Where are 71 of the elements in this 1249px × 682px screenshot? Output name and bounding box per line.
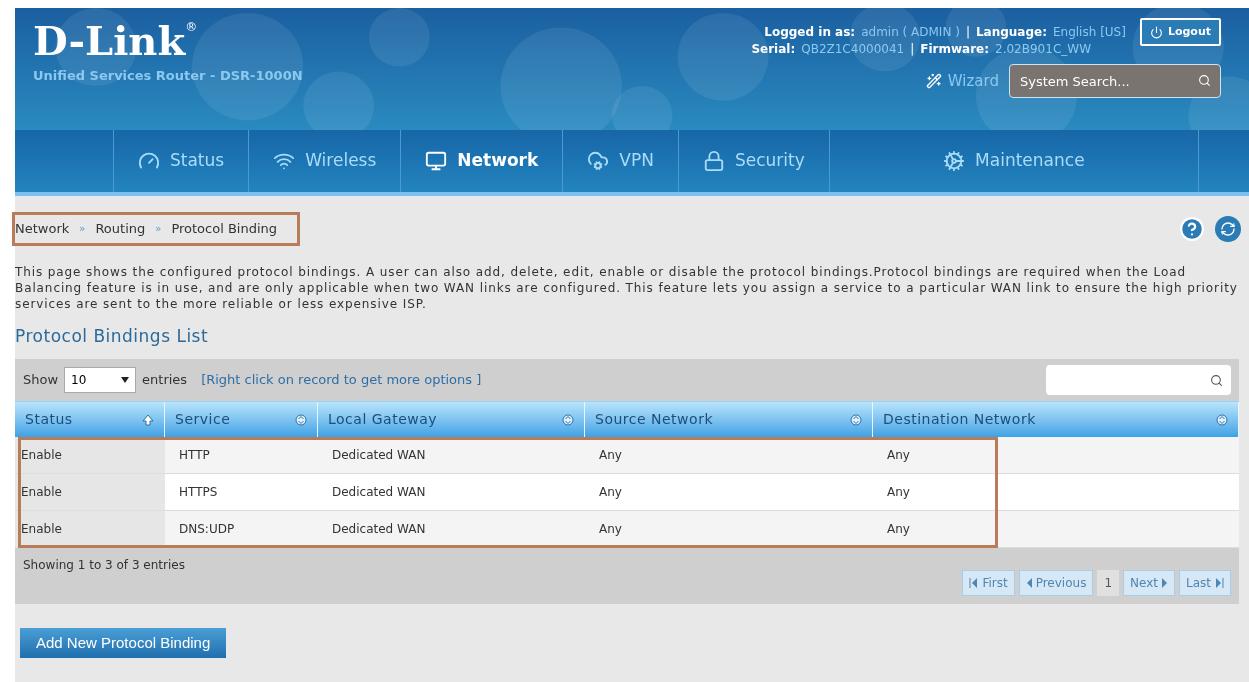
add-binding-button[interactable]: Add New Protocol Binding: [20, 628, 227, 658]
firmware-version: 2.02B901C_WW: [995, 41, 1091, 58]
page-size-value: 10: [71, 372, 87, 389]
nav-tab[interactable]: Status: [113, 130, 249, 192]
table-cell-text: Dedicated WAN: [331, 521, 427, 538]
breadcrumb-separator: »: [79, 222, 86, 237]
wand-icon: [925, 73, 942, 89]
logged-in-label: Logged in as:: [764, 24, 856, 41]
context-hint: [Right click on record to get more options ]: [201, 371, 482, 390]
product-subtitle: Unified Services Router - DSR-1000N: [33, 67, 303, 85]
power-icon: [1149, 25, 1163, 39]
table-info: Showing 1 to 3 of 3 entries: [23, 557, 185, 574]
separator: |: [910, 41, 915, 58]
wizard-link[interactable]: Wizard: [925, 69, 999, 93]
table-cell-text: Any: [886, 484, 911, 501]
column-header[interactable]: Service: [165, 402, 318, 437]
breadcrumb-separator: »: [155, 222, 162, 237]
column-header[interactable]: Source Network: [585, 402, 873, 437]
separator: |: [965, 24, 970, 41]
table-cell: Enable: [15, 511, 165, 547]
pager-button[interactable]: 1: [1097, 570, 1120, 596]
page-description: This page shows the configured protocol bindings. A user can also add, delete, edit, enable or disable the protocol bindings.Protocol bindings are required when the Load Balancing feature is in use, and are only applicable when two WAN links are configured. This feature lets you assign a service to a particular WAN link to ensure the high priority services are sent to the more reliable or less expensive ISP.: [15, 263, 1239, 312]
nav-tab[interactable]: Network: [400, 130, 563, 192]
table-cell-text: Any: [886, 447, 911, 464]
show-label: Show: [23, 371, 59, 390]
logo: D-Link: [33, 18, 186, 64]
user-name: admin ( ADMIN ): [861, 24, 960, 41]
table-cell-text: HTTP: [178, 447, 211, 464]
nav-tab[interactable]: Wireless: [248, 130, 401, 192]
page-size-select[interactable]: 10: [64, 367, 137, 393]
table-cell: Enable: [15, 474, 165, 510]
help-icon: [1179, 215, 1205, 242]
column-header[interactable]: Local Gateway: [318, 402, 585, 437]
next-icon: [1162, 578, 1168, 588]
dropdown-caret-icon: [121, 377, 130, 383]
gear-icon: [943, 150, 966, 172]
table-cell-text: Dedicated WAN: [331, 484, 427, 501]
language-label: Language:: [975, 24, 1047, 41]
breadcrumb-link[interactable]: Routing: [95, 219, 146, 239]
nav-tab[interactable]: VPN: [562, 130, 678, 192]
first-page-icon: [969, 578, 979, 588]
entries-label: entries: [142, 371, 188, 390]
nav-tab[interactable]: Maintenance: [828, 130, 1199, 192]
breadcrumb-link[interactable]: Network: [15, 219, 70, 239]
language-link[interactable]: English [US]: [1053, 23, 1126, 41]
column-header[interactable]: Status: [15, 402, 165, 437]
search-icon: [1198, 74, 1211, 87]
table-cell-text: DNS:UDP: [178, 521, 236, 538]
registered-mark: ®: [185, 19, 198, 34]
table-cell-text: Any: [886, 521, 911, 538]
table-cell-text: Dedicated WAN: [331, 447, 427, 464]
table-cell-text: Any: [598, 521, 623, 538]
search-icon: [1210, 373, 1223, 387]
serial-number: QB2Z1C4000041: [801, 41, 905, 58]
breadcrumb-link[interactable]: Protocol Binding: [171, 219, 278, 239]
lock-icon: [702, 150, 725, 172]
table-search-field[interactable]: [1046, 365, 1231, 395]
refresh-icon: [1215, 215, 1241, 242]
cloud-icon: [587, 150, 610, 172]
nav-tab[interactable]: Security: [677, 130, 829, 192]
last-page-icon: [1215, 578, 1224, 588]
section-title: Protocol Bindings List: [15, 324, 210, 348]
table-cell-text: Any: [598, 484, 623, 501]
logout-button[interactable]: Logout: [1139, 18, 1221, 46]
firmware-label: Firmware:: [920, 41, 990, 58]
monitor-icon: [425, 150, 448, 172]
table-cell-text: HTTPS: [178, 484, 219, 501]
system-search-field[interactable]: System Search...: [1009, 64, 1221, 98]
table-cell-text: Any: [598, 447, 623, 464]
serial-label: Serial:: [751, 41, 796, 58]
previous-icon: [1025, 578, 1032, 588]
